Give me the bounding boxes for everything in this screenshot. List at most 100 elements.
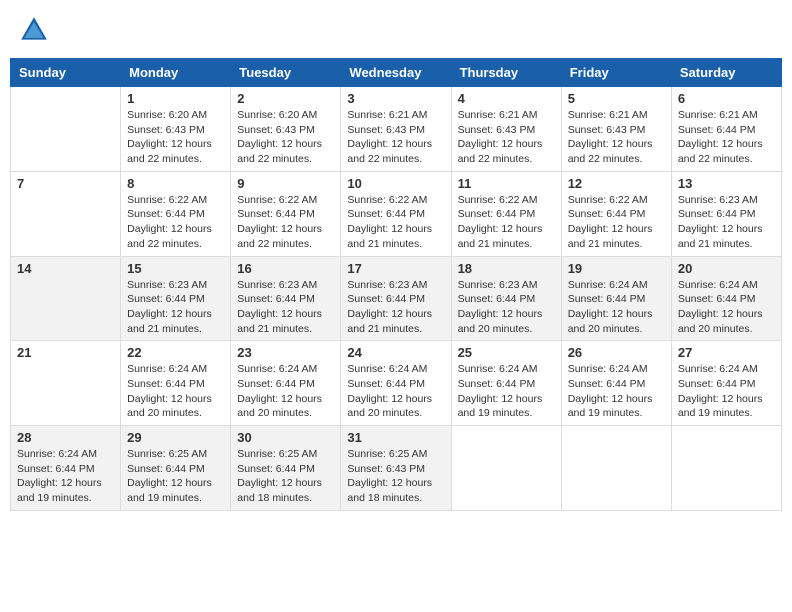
calendar-cell: 24 Sunrise: 6:24 AM Sunset: 6:44 PM Dayli… <box>341 341 451 426</box>
calendar-cell: 27 Sunrise: 6:24 AM Sunset: 6:44 PM Dayli… <box>671 341 781 426</box>
day-info: Sunrise: 6:20 AM Sunset: 6:43 PM Dayligh… <box>237 108 334 167</box>
day-info: Sunrise: 6:22 AM Sunset: 6:44 PM Dayligh… <box>237 193 334 252</box>
weekday-header: Friday <box>561 59 671 87</box>
day-info: Sunrise: 6:24 AM Sunset: 6:44 PM Dayligh… <box>678 278 775 337</box>
day-number: 31 <box>347 430 444 445</box>
day-info: Sunrise: 6:22 AM Sunset: 6:44 PM Dayligh… <box>568 193 665 252</box>
weekday-header: Saturday <box>671 59 781 87</box>
day-info: Sunrise: 6:20 AM Sunset: 6:43 PM Dayligh… <box>127 108 224 167</box>
calendar-cell: 2 Sunrise: 6:20 AM Sunset: 6:43 PM Daylig… <box>231 87 341 172</box>
weekday-header: Sunday <box>11 59 121 87</box>
calendar-cell: 19 Sunrise: 6:24 AM Sunset: 6:44 PM Dayli… <box>561 256 671 341</box>
calendar-cell: 8Sunrise: 6:22 AM Sunset: 6:44 PM Daylig… <box>121 171 231 256</box>
day-number: 24 <box>347 345 444 360</box>
day-number: 10 <box>347 176 444 191</box>
weekday-header: Monday <box>121 59 231 87</box>
calendar-week-row: 28 Sunrise: 6:24 AM Sunset: 6:44 PM Dayli… <box>11 426 782 511</box>
day-number: 28 <box>17 430 114 445</box>
day-number: 17 <box>347 261 444 276</box>
calendar-cell: 28 Sunrise: 6:24 AM Sunset: 6:44 PM Dayli… <box>11 426 121 511</box>
weekday-header: Wednesday <box>341 59 451 87</box>
day-info: Sunrise: 6:21 AM Sunset: 6:43 PM Dayligh… <box>568 108 665 167</box>
day-info: Sunrise: 6:25 AM Sunset: 6:43 PM Dayligh… <box>347 447 444 506</box>
day-info: Sunrise: 6:24 AM Sunset: 6:44 PM Dayligh… <box>237 362 334 421</box>
calendar-cell: 5 Sunrise: 6:21 AM Sunset: 6:43 PM Daylig… <box>561 87 671 172</box>
day-number: 9 <box>237 176 334 191</box>
day-info: Sunrise: 6:21 AM Sunset: 6:43 PM Dayligh… <box>347 108 444 167</box>
weekday-header: Tuesday <box>231 59 341 87</box>
calendar-cell: 22 Sunrise: 6:24 AM Sunset: 6:44 PM Dayli… <box>121 341 231 426</box>
day-number: 7 <box>17 176 114 191</box>
day-number: 21 <box>17 345 114 360</box>
calendar-cell: 9 Sunrise: 6:22 AM Sunset: 6:44 PM Daylig… <box>231 171 341 256</box>
calendar-cell: 13 Sunrise: 6:23 AM Sunset: 6:44 PM Dayli… <box>671 171 781 256</box>
day-info: Sunrise: 6:24 AM Sunset: 6:44 PM Dayligh… <box>568 278 665 337</box>
calendar-cell: 11Sunrise: 6:22 AM Sunset: 6:44 PM Dayli… <box>451 171 561 256</box>
day-info: Sunrise: 6:25 AM Sunset: 6:44 PM Dayligh… <box>237 447 334 506</box>
calendar-cell <box>451 426 561 511</box>
day-info: Sunrise: 6:23 AM Sunset: 6:44 PM Dayligh… <box>127 278 224 337</box>
day-info: Sunrise: 6:24 AM Sunset: 6:44 PM Dayligh… <box>568 362 665 421</box>
day-number: 26 <box>568 345 665 360</box>
calendar-cell: 12 Sunrise: 6:22 AM Sunset: 6:44 PM Dayli… <box>561 171 671 256</box>
day-number: 25 <box>458 345 555 360</box>
day-info: Sunrise: 6:24 AM Sunset: 6:44 PM Dayligh… <box>347 362 444 421</box>
day-number: 27 <box>678 345 775 360</box>
day-info: Sunrise: 6:24 AM Sunset: 6:44 PM Dayligh… <box>17 447 114 506</box>
page-header <box>10 10 782 50</box>
day-number: 5 <box>568 91 665 106</box>
calendar-cell: 18Sunrise: 6:23 AM Sunset: 6:44 PM Dayli… <box>451 256 561 341</box>
calendar-cell: 29 Sunrise: 6:25 AM Sunset: 6:44 PM Dayli… <box>121 426 231 511</box>
logo <box>18 14 54 46</box>
day-info: Sunrise: 6:23 AM Sunset: 6:44 PM Dayligh… <box>237 278 334 337</box>
day-number: 30 <box>237 430 334 445</box>
day-info: Sunrise: 6:24 AM Sunset: 6:44 PM Dayligh… <box>127 362 224 421</box>
day-info: Sunrise: 6:23 AM Sunset: 6:44 PM Dayligh… <box>678 193 775 252</box>
day-info: Sunrise: 6:21 AM Sunset: 6:44 PM Dayligh… <box>678 108 775 167</box>
logo-icon <box>18 14 50 46</box>
day-number: 29 <box>127 430 224 445</box>
calendar-cell: 7 <box>11 171 121 256</box>
day-info: Sunrise: 6:25 AM Sunset: 6:44 PM Dayligh… <box>127 447 224 506</box>
day-number: 8 <box>127 176 224 191</box>
day-number: 22 <box>127 345 224 360</box>
calendar-table: SundayMondayTuesdayWednesdayThursdayFrid… <box>10 58 782 511</box>
day-number: 14 <box>17 261 114 276</box>
day-info: Sunrise: 6:21 AM Sunset: 6:43 PM Dayligh… <box>458 108 555 167</box>
day-info: Sunrise: 6:23 AM Sunset: 6:44 PM Dayligh… <box>458 278 555 337</box>
day-number: 23 <box>237 345 334 360</box>
day-number: 4 <box>458 91 555 106</box>
weekday-header: Thursday <box>451 59 561 87</box>
day-info: Sunrise: 6:24 AM Sunset: 6:44 PM Dayligh… <box>458 362 555 421</box>
day-number: 16 <box>237 261 334 276</box>
calendar-cell: 4 Sunrise: 6:21 AM Sunset: 6:43 PM Daylig… <box>451 87 561 172</box>
calendar-cell <box>11 87 121 172</box>
day-number: 6 <box>678 91 775 106</box>
day-number: 20 <box>678 261 775 276</box>
calendar-cell: 15Sunrise: 6:23 AM Sunset: 6:44 PM Dayli… <box>121 256 231 341</box>
day-number: 1 <box>127 91 224 106</box>
weekday-header-row: SundayMondayTuesdayWednesdayThursdayFrid… <box>11 59 782 87</box>
calendar-cell <box>671 426 781 511</box>
day-info: Sunrise: 6:24 AM Sunset: 6:44 PM Dayligh… <box>678 362 775 421</box>
day-number: 19 <box>568 261 665 276</box>
calendar-cell: 3 Sunrise: 6:21 AM Sunset: 6:43 PM Daylig… <box>341 87 451 172</box>
calendar-cell: 10 Sunrise: 6:22 AM Sunset: 6:44 PM Dayli… <box>341 171 451 256</box>
calendar-cell: 16 Sunrise: 6:23 AM Sunset: 6:44 PM Dayli… <box>231 256 341 341</box>
calendar-cell: 20 Sunrise: 6:24 AM Sunset: 6:44 PM Dayli… <box>671 256 781 341</box>
day-number: 12 <box>568 176 665 191</box>
day-number: 13 <box>678 176 775 191</box>
calendar-cell: 1 Sunrise: 6:20 AM Sunset: 6:43 PM Daylig… <box>121 87 231 172</box>
calendar-cell: 6 Sunrise: 6:21 AM Sunset: 6:44 PM Daylig… <box>671 87 781 172</box>
calendar-cell: 17 Sunrise: 6:23 AM Sunset: 6:44 PM Dayli… <box>341 256 451 341</box>
calendar-cell: 25 Sunrise: 6:24 AM Sunset: 6:44 PM Dayli… <box>451 341 561 426</box>
calendar-cell: 31 Sunrise: 6:25 AM Sunset: 6:43 PM Dayli… <box>341 426 451 511</box>
day-number: 2 <box>237 91 334 106</box>
calendar-week-row: 1 Sunrise: 6:20 AM Sunset: 6:43 PM Daylig… <box>11 87 782 172</box>
day-info: Sunrise: 6:23 AM Sunset: 6:44 PM Dayligh… <box>347 278 444 337</box>
day-number: 3 <box>347 91 444 106</box>
day-info: Sunrise: 6:22 AM Sunset: 6:44 PM Dayligh… <box>347 193 444 252</box>
calendar-week-row: 21 22 Sunrise: 6:24 AM Sunset: 6:44 PM Day… <box>11 341 782 426</box>
calendar-cell: 14 <box>11 256 121 341</box>
calendar-week-row: 14 15Sunrise: 6:23 AM Sunset: 6:44 PM Day… <box>11 256 782 341</box>
